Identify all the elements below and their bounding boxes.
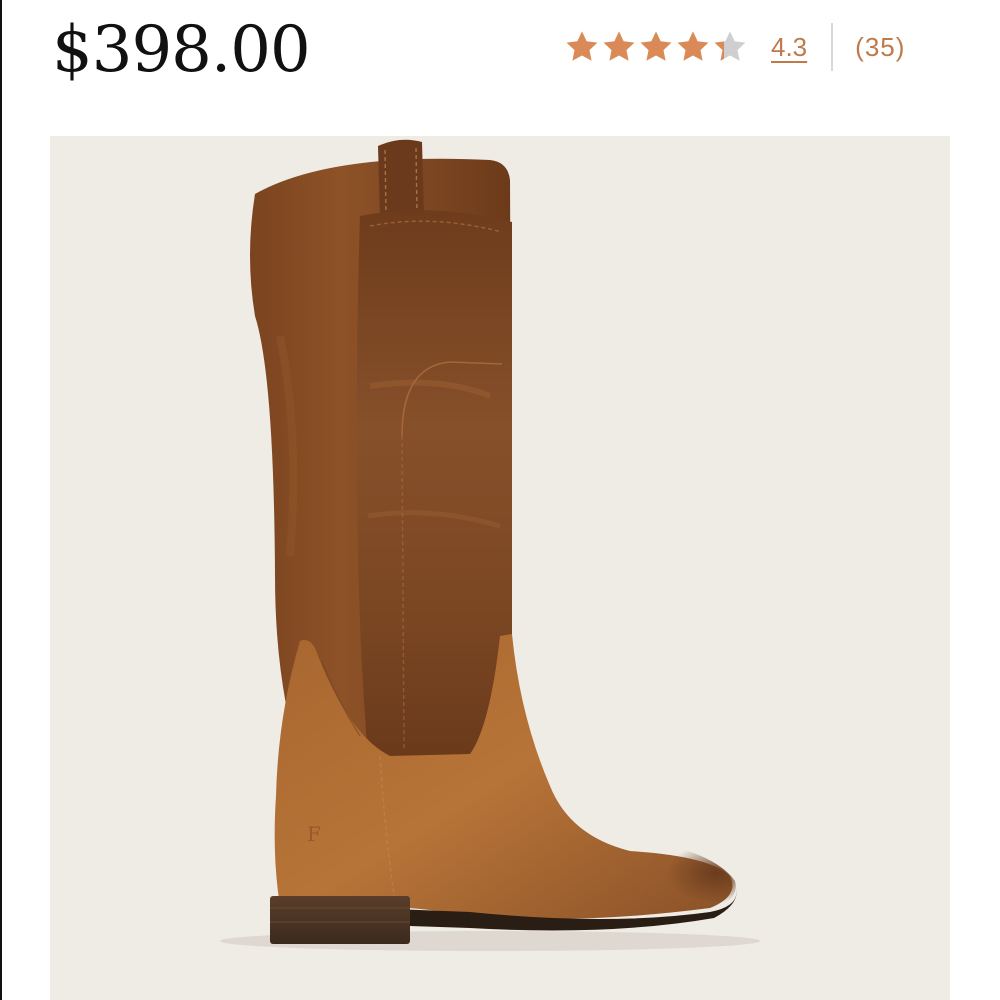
star-rating bbox=[564, 29, 749, 65]
star-icon bbox=[566, 31, 598, 61]
boot-illustration: F bbox=[220, 139, 760, 951]
star-icon bbox=[640, 31, 672, 61]
product-price: $398.00 bbox=[52, 13, 311, 87]
product-image[interactable]: F bbox=[50, 136, 950, 1000]
rating-summary[interactable]: 4.3 (35) bbox=[564, 22, 905, 72]
review-count-link[interactable]: (35) bbox=[855, 32, 905, 63]
star-icon bbox=[714, 31, 746, 61]
rating-value-link[interactable]: 4.3 bbox=[771, 32, 807, 63]
star-icon bbox=[603, 31, 635, 61]
rating-divider bbox=[831, 23, 834, 71]
svg-text:F: F bbox=[307, 822, 321, 846]
page-left-border bbox=[0, 0, 2, 1000]
star-icon bbox=[677, 31, 709, 61]
